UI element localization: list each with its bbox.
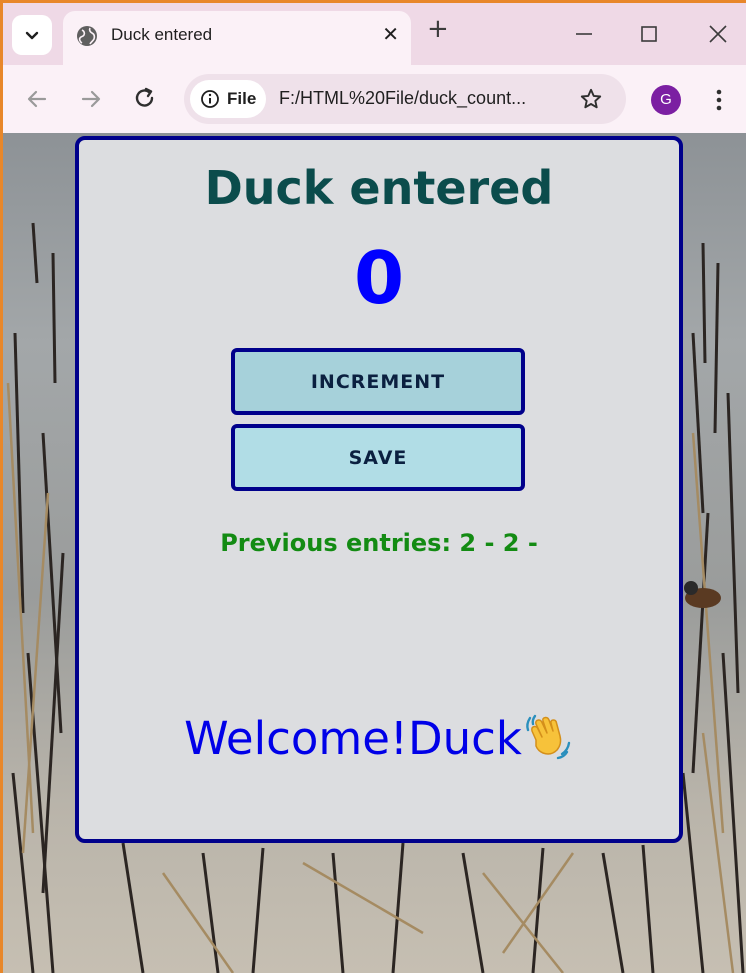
- welcome-text: Welcome!Duck: [184, 712, 522, 765]
- address-bar[interactable]: File F:/HTML%20File/duck_count...: [184, 74, 626, 124]
- increment-button[interactable]: INCREMENT: [231, 348, 525, 415]
- info-icon: [201, 90, 219, 108]
- maximize-icon[interactable]: [634, 19, 664, 49]
- tab-active[interactable]: Duck entered ✕: [63, 11, 411, 65]
- browser-window: Duck entered ✕ + File F:/HTML%20File/duc…: [3, 3, 746, 973]
- close-window-icon[interactable]: [703, 19, 733, 49]
- profile-avatar[interactable]: G: [651, 85, 681, 115]
- browser-toolbar: File F:/HTML%20File/duck_count... G: [3, 65, 746, 133]
- welcome-message: Welcome!Duck: [79, 710, 679, 765]
- tab-search-button[interactable]: [12, 15, 52, 55]
- tab-title: Duck entered: [111, 25, 213, 44]
- minimize-icon[interactable]: [569, 19, 599, 49]
- waving-hand-icon: [526, 714, 571, 760]
- chevron-down-icon: [25, 31, 39, 40]
- duck-count-value: 0: [353, 236, 405, 320]
- new-tab-icon[interactable]: +: [427, 16, 449, 42]
- save-button[interactable]: SAVE: [231, 424, 525, 491]
- url-text[interactable]: F:/HTML%20File/duck_count...: [279, 88, 526, 109]
- page-title: Duck entered: [204, 161, 554, 215]
- back-arrow-icon[interactable]: [23, 85, 51, 113]
- close-tab-icon[interactable]: ✕: [382, 22, 399, 46]
- bookmark-star-icon[interactable]: [579, 87, 603, 111]
- site-info-chip[interactable]: File: [190, 80, 266, 118]
- reload-icon[interactable]: [131, 85, 159, 113]
- more-menu-icon[interactable]: [708, 85, 730, 115]
- tab-strip: Duck entered ✕ +: [3, 3, 746, 65]
- duck-counter-card: Duck entered 0 INCREMENT SAVE Previous e…: [75, 136, 683, 843]
- page-viewport: Duck entered 0 INCREMENT SAVE Previous e…: [3, 133, 746, 973]
- previous-entries-text: Previous entries: 2 - 2 -: [220, 529, 538, 557]
- forward-arrow-icon[interactable]: [77, 85, 105, 113]
- site-chip-label: File: [227, 89, 257, 108]
- globe-icon: [77, 26, 97, 46]
